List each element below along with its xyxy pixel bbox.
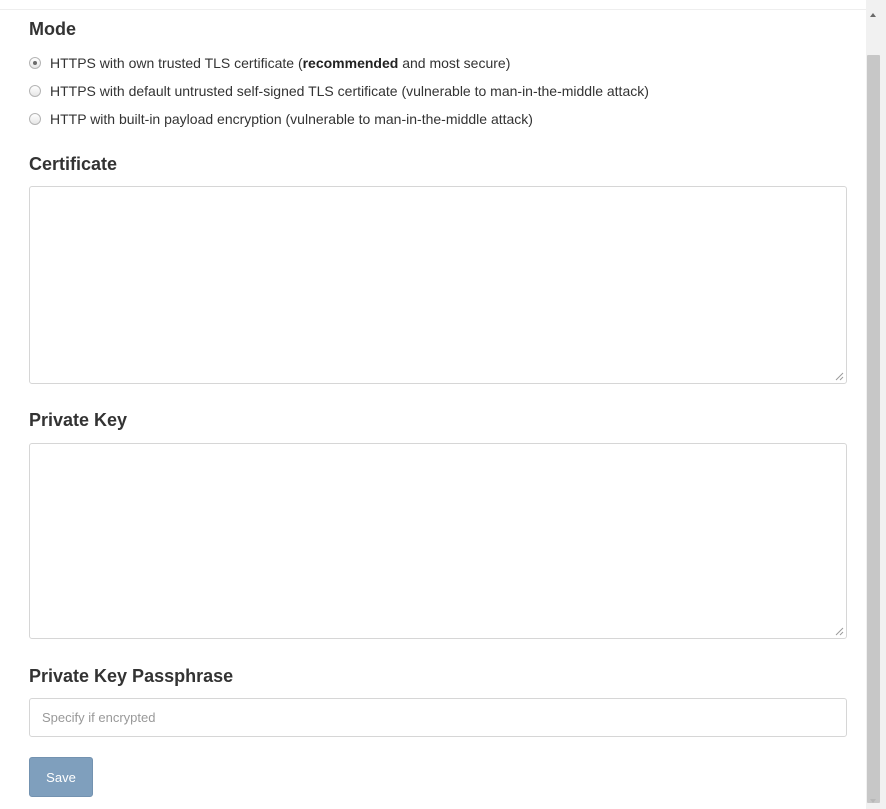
- radio-label: HTTP with built-in payload encryption (v…: [50, 111, 533, 127]
- passphrase-title: Private Key Passphrase: [29, 666, 234, 686]
- radio-unchecked[interactable]: [29, 85, 41, 97]
- mode-option-trusted-tls[interactable]: HTTPS with own trusted TLS certificate (…: [29, 54, 510, 72]
- resize-grip-icon[interactable]: [834, 626, 844, 636]
- private-key-textarea[interactable]: [29, 443, 847, 639]
- scroll-down-arrow-icon[interactable]: [870, 799, 876, 803]
- tls-settings-form: Mode HTTPS with own trusted TLS certific…: [0, 0, 866, 809]
- save-button[interactable]: Save: [29, 757, 93, 797]
- certificate-title: Certificate: [29, 154, 118, 174]
- mode-title: Mode: [29, 19, 76, 39]
- passphrase-input[interactable]: [29, 698, 847, 737]
- resize-grip-icon[interactable]: [834, 371, 844, 381]
- scroll-thumb[interactable]: [867, 55, 880, 803]
- divider: [0, 9, 866, 10]
- certificate-textarea[interactable]: [29, 186, 847, 384]
- scroll-up-arrow-icon[interactable]: [870, 13, 876, 17]
- emphasis-recommended: recommended: [302, 55, 399, 71]
- radio-label: HTTPS with default untrusted self-signed…: [50, 83, 649, 99]
- radio-unchecked[interactable]: [29, 113, 41, 125]
- vertical-scrollbar[interactable]: [866, 0, 886, 809]
- mode-option-self-signed[interactable]: HTTPS with default untrusted self-signed…: [29, 82, 649, 100]
- mode-option-http-encryption[interactable]: HTTP with built-in payload encryption (v…: [29, 110, 533, 128]
- radio-label: HTTPS with own trusted TLS certificate (…: [50, 55, 511, 71]
- radio-checked[interactable]: [29, 57, 41, 69]
- private-key-title: Private Key: [29, 410, 128, 430]
